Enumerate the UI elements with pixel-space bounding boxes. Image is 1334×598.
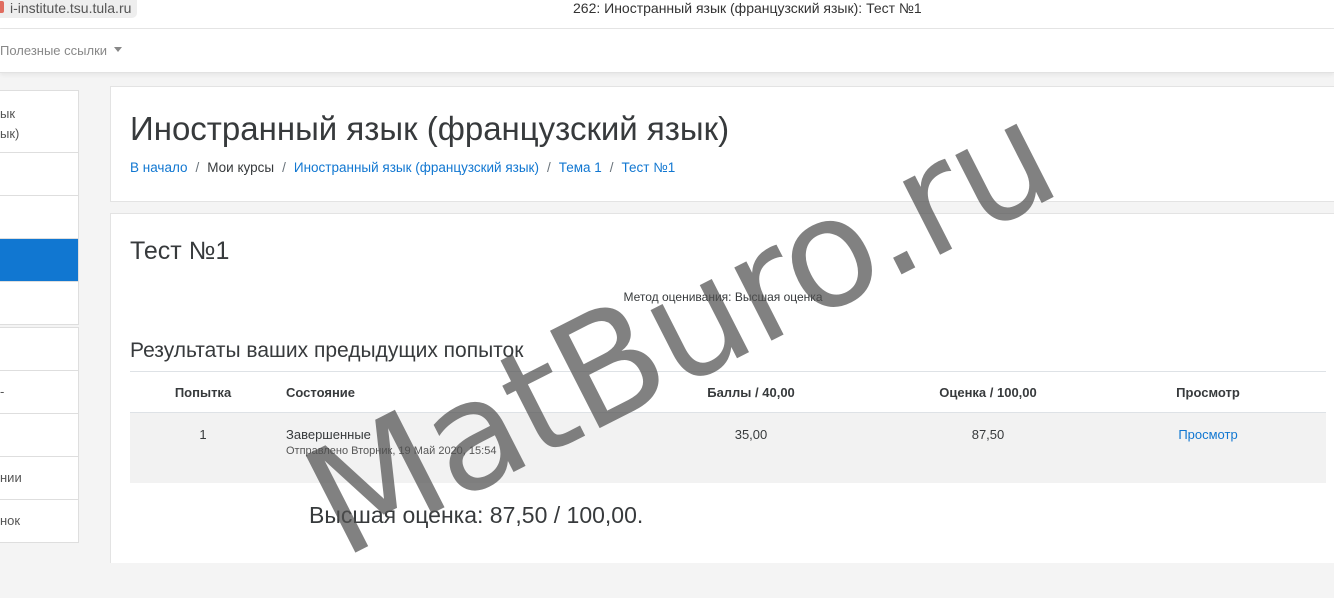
results-heading: Результаты ваших предыдущих попыток	[130, 339, 524, 362]
drawer-item[interactable]	[0, 153, 78, 196]
col-review: Просмотр	[1090, 371, 1326, 413]
breadcrumb-home[interactable]: В начало	[130, 160, 188, 175]
cell-marks: 35,00	[616, 412, 886, 483]
breadcrumb-separator: /	[282, 160, 286, 175]
col-state: Состояние	[276, 371, 616, 413]
useful-links-label: Полезные ссылки	[0, 43, 108, 58]
breadcrumb-topic[interactable]: Тема 1	[559, 160, 602, 175]
cell-state: Завершенные Отправлено Вторник, 19 Май 2…	[276, 412, 616, 483]
table-header-row: Попытка Состояние Баллы / 40,00 Оценка /…	[130, 371, 1326, 413]
drawer-item-label: ык ык)	[0, 106, 20, 141]
breadcrumb-my-courses: Мои курсы	[207, 160, 275, 175]
top-navbar: Полезные ссылки	[0, 29, 1334, 73]
drawer-item[interactable]: -	[0, 371, 78, 414]
cell-grade: 87,50	[886, 412, 1090, 483]
breadcrumb-separator: /	[546, 160, 551, 175]
nav-drawer-course: ык ык)	[0, 90, 79, 325]
browser-title-bar: i-institute.tsu.tula.ru 262: Иностранный…	[0, 0, 1334, 29]
nav-drawer-site: - нии нок	[0, 327, 79, 543]
url-chip[interactable]: i-institute.tsu.tula.ru	[0, 0, 138, 18]
table-row: 1 Завершенные Отправлено Вторник, 19 Май…	[130, 412, 1326, 483]
grading-method: Метод оценивания: Высшая оценка	[623, 290, 823, 304]
best-grade: Высшая оценка: 87,50 / 100,00.	[309, 502, 644, 528]
breadcrumb: В начало / Мои курсы / Иностранный язык (фра…	[130, 159, 675, 176]
useful-links-menu[interactable]: Полезные ссылки	[0, 43, 123, 59]
drawer-item[interactable]	[0, 196, 78, 239]
cell-attempt: 1	[130, 412, 276, 483]
drawer-item-course[interactable]: ык ык)	[0, 91, 78, 153]
state-label: Завершенные	[286, 427, 371, 442]
breadcrumb-quiz[interactable]: Тест №1	[622, 160, 676, 175]
drawer-item-label: -	[0, 384, 5, 399]
site-security-icon[interactable]	[0, 1, 4, 13]
quiz-content: Тест №1 Метод оценивания: Высшая оценка …	[110, 213, 1334, 563]
page-title: Иностранный язык (французский язык)	[130, 110, 730, 147]
col-grade: Оценка / 100,00	[886, 371, 1090, 413]
drawer-item[interactable]: нии	[0, 457, 78, 500]
col-attempt: Попытка	[130, 371, 276, 413]
drawer-item[interactable]: нок	[0, 500, 78, 542]
drawer-item-label: нии	[0, 470, 22, 485]
chevron-down-icon	[114, 47, 123, 52]
drawer-item-active[interactable]	[0, 239, 78, 282]
drawer-item-label: нок	[0, 513, 21, 528]
drawer-item[interactable]	[0, 414, 78, 457]
col-marks: Баллы / 40,00	[616, 371, 886, 413]
breadcrumb-separator: /	[609, 160, 614, 175]
attempts-table: Попытка Состояние Баллы / 40,00 Оценка /…	[130, 371, 1326, 483]
window-title: 262: Иностранный язык (французский язык)…	[573, 0, 922, 16]
quiz-title: Тест №1	[130, 237, 230, 265]
breadcrumb-course[interactable]: Иностранный язык (французский язык)	[294, 160, 539, 175]
review-link[interactable]: Просмотр	[1178, 427, 1237, 442]
cell-review: Просмотр	[1090, 412, 1326, 483]
url-text: i-institute.tsu.tula.ru	[10, 0, 132, 16]
drawer-item[interactable]	[0, 282, 78, 324]
submitted-time: Отправлено Вторник, 19 Май 2020, 15:54	[286, 445, 497, 457]
breadcrumb-separator: /	[195, 160, 200, 175]
drawer-item[interactable]	[0, 328, 78, 371]
page-header: Иностранный язык (французский язык) В на…	[110, 86, 1334, 202]
